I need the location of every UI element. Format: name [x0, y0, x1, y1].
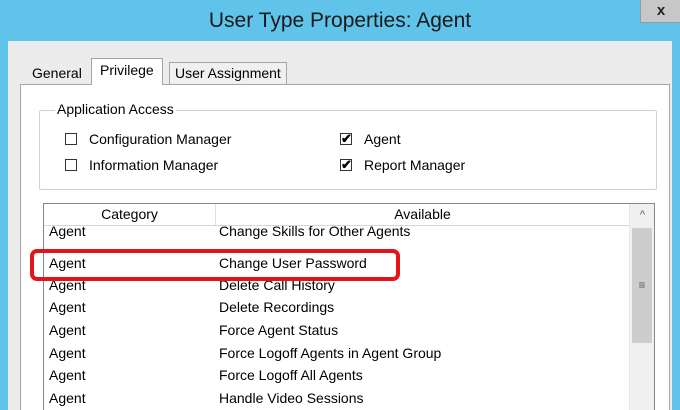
window-title: User Type Properties: Agent — [208, 9, 472, 32]
row-available: Delete Recordings — [219, 299, 335, 315]
row-available: Force Logoff All Agents — [219, 367, 363, 383]
table-row[interactable]: Agent Force Logoff All Agents — [44, 364, 629, 387]
checkmark-icon: ✔ — [341, 157, 352, 172]
scroll-up-arrow-icon[interactable]: ^ — [630, 204, 654, 226]
row-available: Force Logoff Agents in Agent Group — [219, 345, 442, 361]
checkbox-box[interactable] — [65, 159, 77, 171]
tab-general[interactable]: General — [28, 62, 86, 84]
row-category: Agent — [49, 322, 86, 338]
checkbox-box[interactable]: ✔ — [340, 157, 352, 172]
table-row[interactable]: Agent Change Skills for Other Agents — [44, 220, 629, 243]
checkbox-label: Configuration Manager — [89, 131, 232, 147]
vertical-scrollbar[interactable]: ^ ≡ — [629, 204, 654, 410]
row-category: Agent — [49, 367, 86, 383]
row-available: Force Agent Status — [219, 322, 339, 338]
checkbox-label: Information Manager — [89, 157, 219, 173]
table-row[interactable]: Agent Force Logoff Agents in Agent Group — [44, 342, 629, 365]
close-button[interactable]: x — [640, 0, 680, 23]
row-category: Agent — [49, 223, 86, 239]
row-available: Handle Video Sessions — [219, 390, 364, 406]
table-row[interactable]: Agent Force Agent Status — [44, 319, 629, 342]
application-access-legend: Application Access — [55, 101, 176, 117]
table-row[interactable]: Agent Delete Recordings — [44, 296, 629, 319]
row-category: Agent — [49, 299, 86, 315]
checkbox-box[interactable]: ✔ — [340, 131, 352, 146]
title-bar[interactable]: User Type Properties: Agent x — [0, 0, 680, 41]
checkbox-box[interactable] — [65, 133, 77, 145]
application-access-group — [39, 110, 657, 190]
scroll-thumb[interactable]: ≡ — [632, 228, 652, 343]
privileges-list[interactable]: Category Available Agent Change Skills f… — [43, 203, 655, 410]
checkbox-label: Report Manager — [364, 157, 466, 173]
tab-user-assignment[interactable]: User Assignment — [169, 62, 287, 84]
highlight-annotation — [30, 249, 400, 281]
row-category: Agent — [49, 390, 86, 406]
tab-privilege[interactable]: Privilege — [91, 58, 163, 85]
checkbox-label: Agent — [364, 131, 401, 147]
table-row[interactable]: Agent Handle Video Sessions — [44, 387, 629, 410]
checkmark-icon: ✔ — [341, 131, 352, 146]
row-available: Change Skills for Other Agents — [219, 223, 411, 239]
row-category: Agent — [49, 345, 86, 361]
